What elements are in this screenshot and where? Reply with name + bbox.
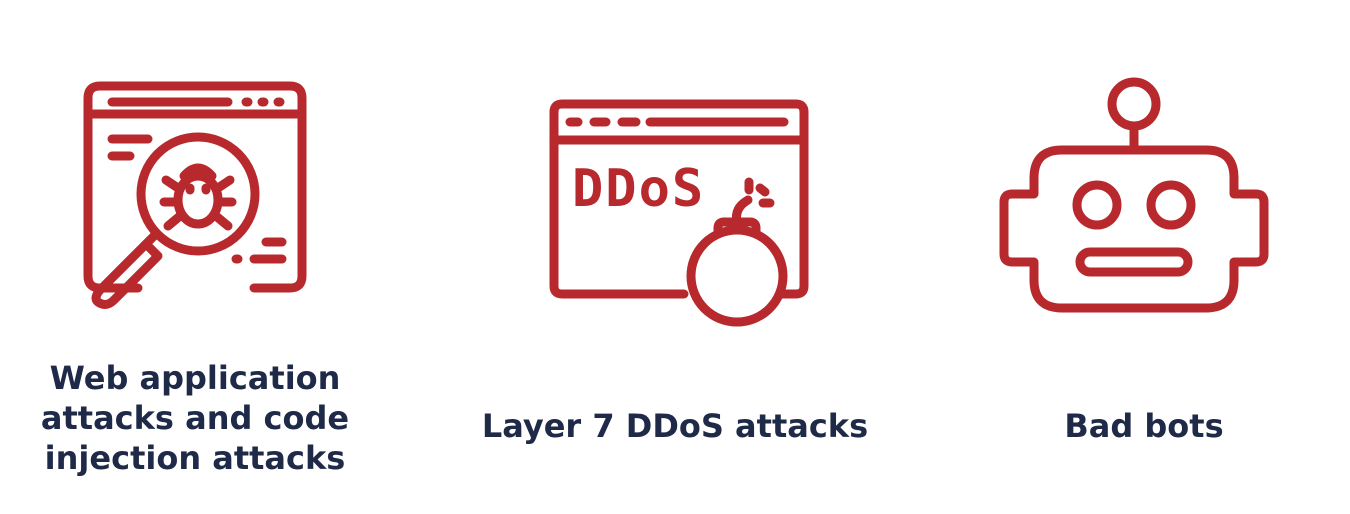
feature-caption: Bad bots <box>960 406 1328 446</box>
caption-line: injection attacks <box>44 439 346 477</box>
feature-caption: Web application attacks and code injecti… <box>0 358 390 478</box>
ddos-icon-label: DDoS <box>572 159 705 219</box>
ddos-bomb-browser-icon: DDoS <box>544 96 814 336</box>
feature-web-app-attacks: Web application attacks and code injecti… <box>0 0 420 514</box>
feature-caption: Layer 7 DDoS attacks <box>440 406 910 446</box>
caption-line: Bad bots <box>1064 407 1224 445</box>
caption-line: attacks and code <box>40 399 350 437</box>
bug-magnifier-browser-icon <box>78 76 318 316</box>
robot-icon <box>994 74 1274 318</box>
caption-line: Web application <box>49 359 341 397</box>
caption-line: Layer 7 DDoS attacks <box>481 407 869 445</box>
feature-bad-bots: Bad bots <box>960 0 1350 514</box>
feature-ddos-attacks: DDoS Layer 7 DDoS attacks <box>440 0 920 514</box>
